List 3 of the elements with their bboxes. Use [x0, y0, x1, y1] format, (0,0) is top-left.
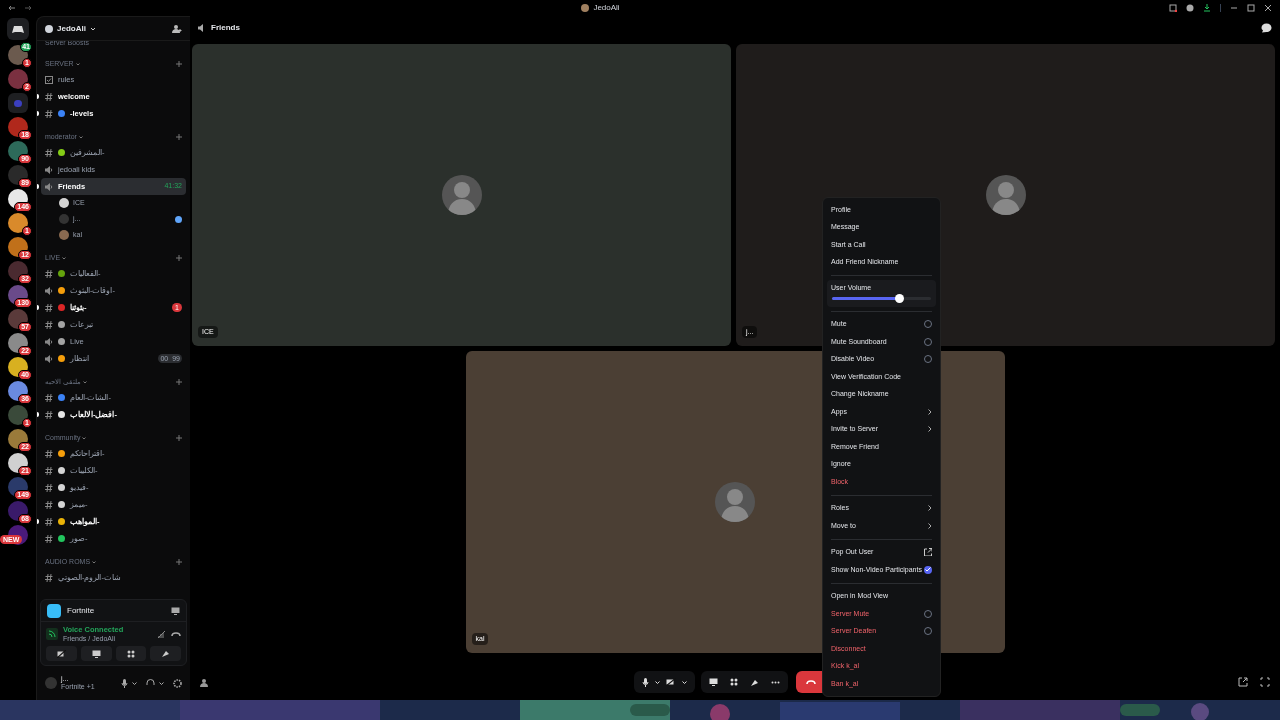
- activity-name: Fortnite: [67, 604, 95, 617]
- window-title: JedoAli: [593, 2, 620, 14]
- channel-title: Friends: [211, 22, 240, 34]
